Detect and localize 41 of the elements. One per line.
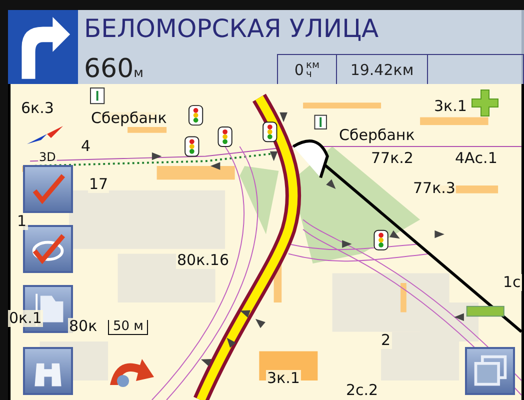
map-label: Сбербанк bbox=[338, 127, 416, 144]
traffic-light-icon bbox=[374, 230, 388, 250]
check-button[interactable] bbox=[23, 225, 73, 273]
one-way-arrow-icon bbox=[255, 318, 266, 328]
traffic-light-icon bbox=[184, 136, 200, 157]
check-button[interactable] bbox=[23, 165, 73, 213]
map-label: 1с bbox=[502, 274, 522, 291]
building bbox=[400, 283, 406, 312]
traffic-light-icon bbox=[262, 122, 278, 142]
one-way-arrow-icon bbox=[270, 151, 278, 162]
map-label: Сбербанк bbox=[90, 110, 168, 127]
search-button[interactable] bbox=[23, 347, 73, 395]
traffic-light-icon bbox=[218, 126, 232, 147]
one-way-arrow-icon bbox=[240, 310, 250, 318]
building bbox=[128, 127, 167, 133]
windows-button[interactable] bbox=[465, 347, 515, 395]
distance-to-turn: 660м bbox=[83, 54, 144, 84]
zoom-in-icon[interactable] bbox=[470, 88, 500, 118]
one-way-arrow-icon bbox=[200, 359, 212, 366]
one-way-arrow-icon bbox=[226, 338, 236, 348]
one-way-arrow-icon bbox=[210, 162, 220, 170]
compass-icon bbox=[25, 124, 65, 146]
one-way-arrow-icon bbox=[390, 230, 400, 239]
map-label: 1 bbox=[16, 213, 28, 230]
one-way-arrow-icon bbox=[152, 152, 162, 160]
one-way-arrow-icon bbox=[280, 112, 288, 122]
scale-bar: 50 м bbox=[108, 320, 148, 335]
one-way-arrow-icon bbox=[326, 179, 336, 189]
one-way-arrow-icon bbox=[342, 240, 352, 248]
map-label: 2 bbox=[380, 332, 392, 349]
map-label: 0к.1 bbox=[8, 310, 43, 327]
map-label: 80к bbox=[68, 318, 98, 335]
traffic-light-icon bbox=[188, 105, 204, 126]
street-name: БЕЛОМОРСКАЯ УЛИЦА bbox=[83, 13, 380, 45]
view-mode-label[interactable]: 3D bbox=[38, 150, 57, 164]
one-way-arrow-icon bbox=[454, 313, 464, 322]
route-marker bbox=[466, 306, 504, 317]
map-label: 80к.16 bbox=[176, 252, 230, 269]
park-area bbox=[240, 166, 279, 234]
map-label: 17 bbox=[88, 176, 110, 193]
one-way-arrow-icon bbox=[434, 230, 444, 238]
